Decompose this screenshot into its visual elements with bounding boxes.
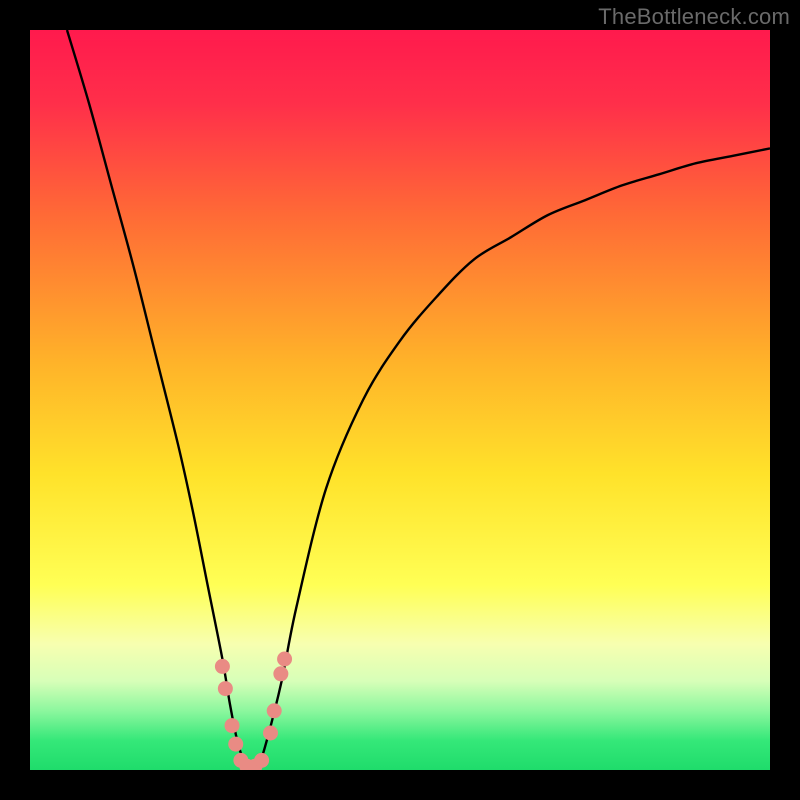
- watermark-text: TheBottleneck.com: [598, 4, 790, 30]
- curve-marker: [254, 753, 269, 768]
- bottleneck-chart: [30, 30, 770, 770]
- curve-marker: [215, 659, 230, 674]
- chart-frame: TheBottleneck.com: [0, 0, 800, 800]
- curve-marker: [218, 681, 233, 696]
- gradient-background: [30, 30, 770, 770]
- curve-marker: [225, 718, 240, 733]
- curve-marker: [277, 652, 292, 667]
- curve-marker: [228, 737, 243, 752]
- plot-area: [30, 30, 770, 770]
- curve-marker: [267, 703, 282, 718]
- curve-marker: [263, 726, 278, 741]
- curve-marker: [273, 666, 288, 681]
